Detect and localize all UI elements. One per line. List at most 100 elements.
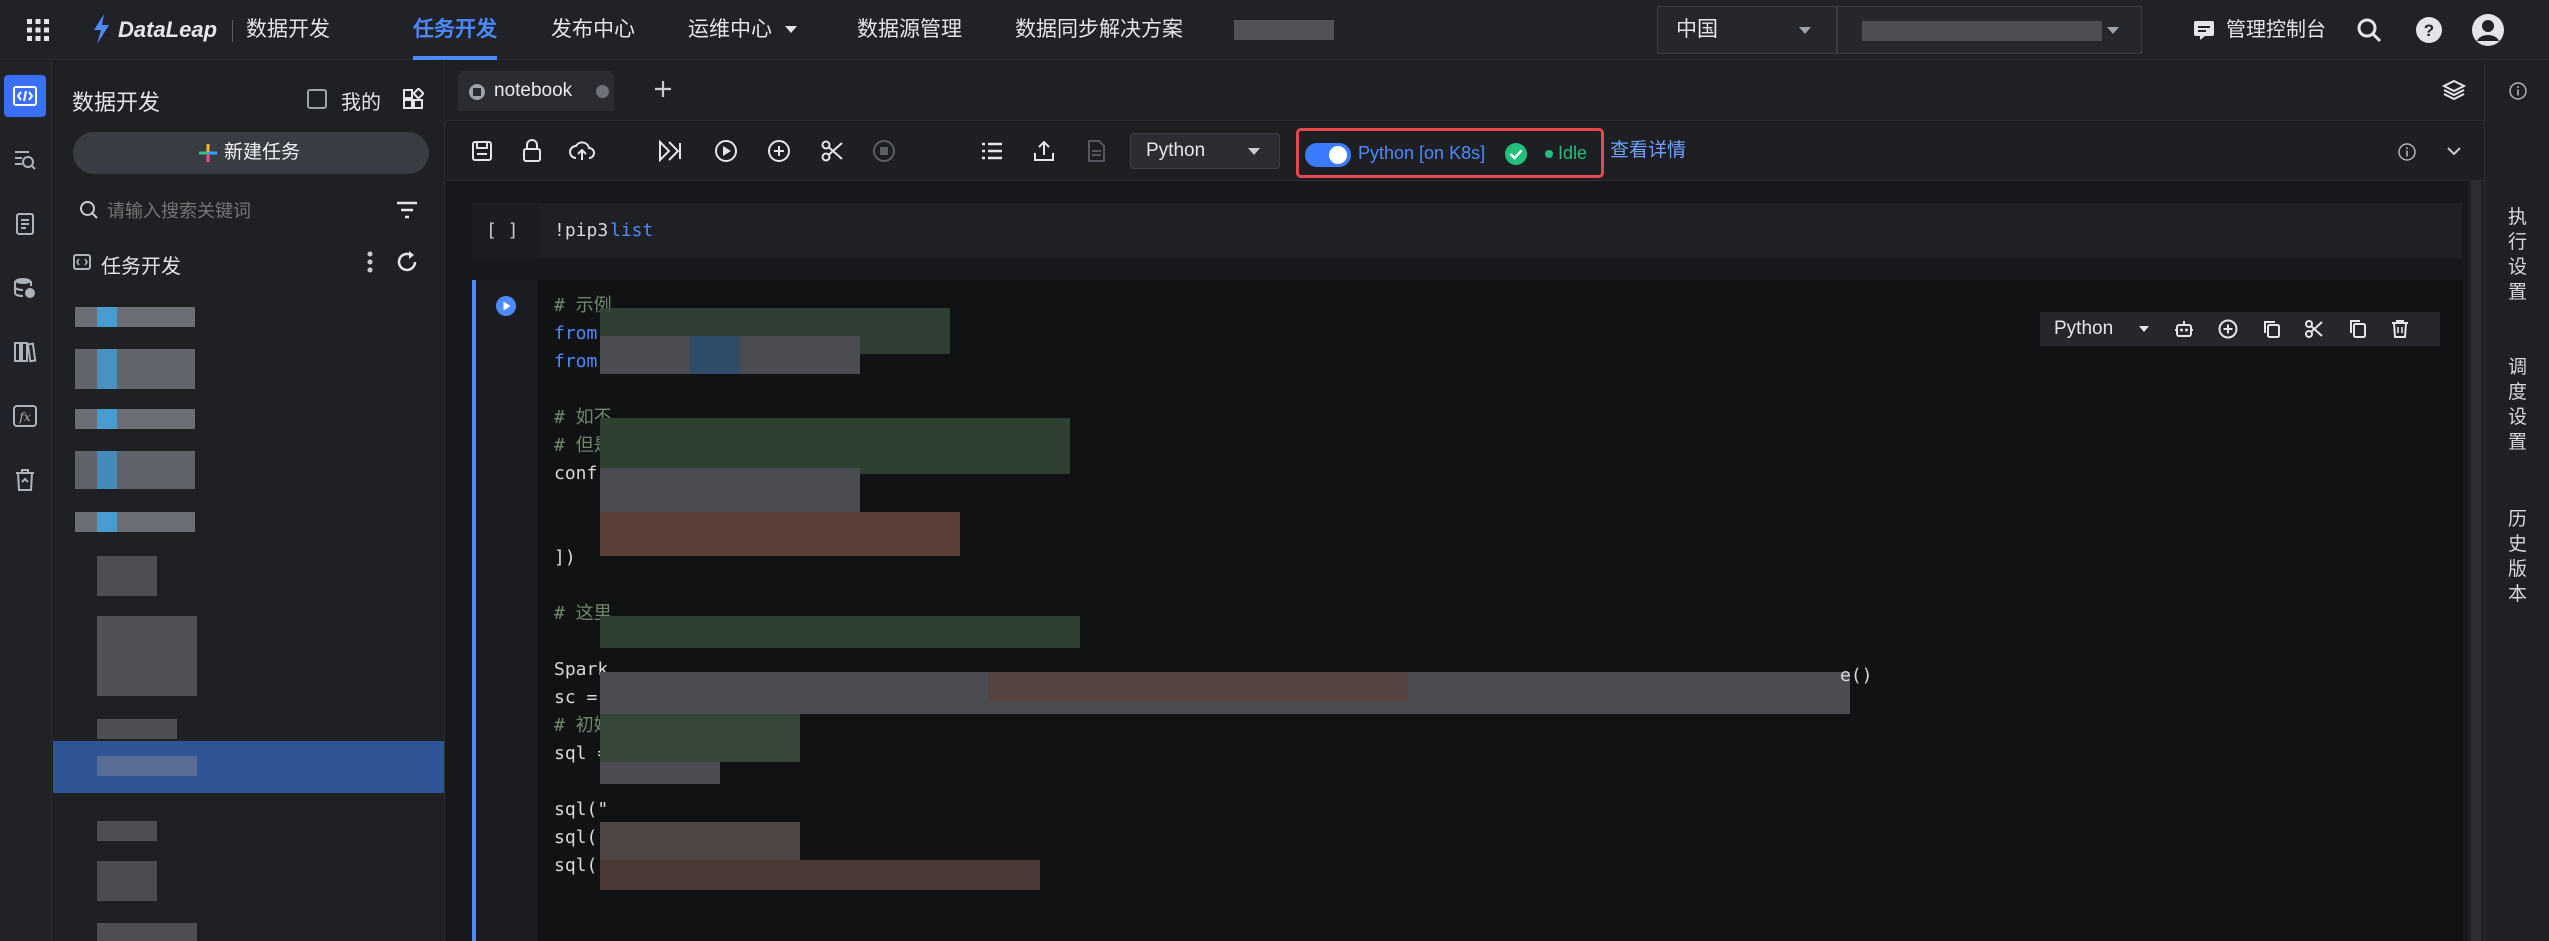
stop-icon[interactable]: [868, 135, 900, 167]
cell-paste-icon[interactable]: [2348, 319, 2368, 339]
kernel-toggle-knob: [1329, 146, 1347, 164]
cell-2-editor[interactable]: # 示例 from from # 如不 # 但是 conf = ( (]) # 这里 Sp…: [538, 280, 2462, 941]
new-task-label: 新建任务: [224, 142, 301, 163]
lock-icon[interactable]: [516, 135, 548, 167]
kernel-toggle[interactable]: [1305, 143, 1351, 167]
tree-item-2-icon: [97, 349, 117, 389]
nav-ops-center[interactable]: 运维中心: [688, 0, 772, 60]
plus-icon: [199, 144, 217, 162]
history-versions-tab[interactable]: 历史版本: [2485, 507, 2549, 607]
cell-copy-icon[interactable]: [2262, 319, 2282, 339]
cell-robot-icon[interactable]: [2174, 319, 2194, 339]
language-select[interactable]: Python: [1130, 133, 1280, 169]
cut-icon[interactable]: [816, 135, 848, 167]
document-disabled-icon[interactable]: [1080, 135, 1112, 167]
outline-icon[interactable]: [976, 135, 1008, 167]
tree-item-7[interactable]: [97, 616, 197, 696]
rail-document-button[interactable]: [4, 203, 46, 245]
rail-query-button[interactable]: [4, 139, 46, 181]
console-icon[interactable]: [2192, 18, 2216, 42]
editor-scrollbar-thumb[interactable]: [2471, 181, 2481, 941]
redacted-block-11: [600, 762, 720, 784]
tree-item-8[interactable]: [97, 719, 177, 739]
redacted-block-6: [600, 512, 960, 556]
cell-cut-icon[interactable]: [2304, 319, 2324, 339]
refresh-icon[interactable]: [395, 250, 419, 274]
cell-add-icon[interactable]: [2218, 319, 2238, 339]
kernel-check-icon: [1504, 142, 1528, 166]
nav-ops-chevron-down-icon[interactable]: [784, 25, 798, 35]
cell-language-select[interactable]: Python: [2054, 312, 2113, 346]
project-select[interactable]: [1837, 6, 2142, 54]
tab-notebook[interactable]: notebook: [458, 71, 614, 111]
more-options-icon[interactable]: [367, 251, 373, 273]
add-tab-icon[interactable]: [653, 79, 673, 99]
rail-recycle-bin-button[interactable]: [4, 459, 46, 501]
collapse-chevron-icon[interactable]: [2446, 146, 2462, 156]
cell-floating-toolbar: Python: [2040, 312, 2440, 346]
app-grid-icon[interactable]: [26, 18, 50, 42]
run-cell-icon[interactable]: [710, 135, 742, 167]
tree-item-6[interactable]: [97, 556, 157, 596]
nav-release-center[interactable]: 发布中心: [551, 0, 635, 60]
tree-item-2[interactable]: [75, 349, 195, 389]
tree-item-1[interactable]: [75, 307, 195, 327]
region-select[interactable]: 中国: [1657, 6, 1837, 54]
search-field-icon: [79, 200, 99, 220]
nav-task-development[interactable]: 任务开发: [413, 0, 497, 60]
save-icon[interactable]: [466, 135, 498, 167]
tree-item-3[interactable]: [75, 409, 195, 429]
cloud-upload-icon[interactable]: [566, 135, 598, 167]
active-cell-indicator: [472, 280, 476, 941]
view-details-link[interactable]: 查看详情: [1610, 121, 1686, 181]
search-box[interactable]: [73, 192, 383, 230]
code-line: sql(": [554, 799, 609, 820]
search-icon[interactable]: [2356, 17, 2382, 43]
notebook-cell-1[interactable]: [ ] !pip3 list: [472, 203, 2462, 258]
panel-title: 数据开发: [72, 90, 161, 115]
language-select-value: Python: [1146, 140, 1206, 161]
tree-root-label[interactable]: 任务开发: [101, 250, 181, 279]
redacted-block-9: [988, 672, 1408, 702]
tree-item-12[interactable]: [97, 923, 197, 941]
nav-active-indicator: [413, 56, 497, 60]
rail-develop-button[interactable]: [4, 75, 46, 117]
tree-item-9[interactable]: [97, 756, 197, 776]
tree-item-10[interactable]: [97, 821, 157, 841]
user-avatar-icon[interactable]: [2471, 13, 2505, 47]
run-all-icon[interactable]: [654, 135, 686, 167]
cell-language-chevron-icon[interactable]: [2138, 325, 2150, 334]
filter-icon[interactable]: [396, 201, 418, 219]
search-input[interactable]: [107, 196, 377, 226]
schedule-settings-tab[interactable]: 调度设置: [2485, 355, 2549, 455]
dataleap-logo-icon: [88, 12, 114, 46]
info-icon[interactable]: [2398, 143, 2416, 161]
layout-switch-icon[interactable]: [402, 88, 424, 110]
help-icon[interactable]: ?: [2415, 16, 2443, 44]
tree-item-4[interactable]: [75, 451, 195, 489]
cell-delete-icon[interactable]: [2390, 319, 2410, 339]
notebook-cell-2[interactable]: # 示例 from from # 如不 # 但是 conf = ( (]) # 这里 Sp…: [472, 280, 2462, 941]
rail-library-button[interactable]: [4, 331, 46, 373]
mine-checkbox[interactable]: [307, 89, 327, 109]
add-cell-icon[interactable]: [763, 135, 795, 167]
nav-redacted-item[interactable]: [1234, 20, 1334, 40]
rail-function-button[interactable]: fx: [4, 395, 46, 437]
tree-item-5[interactable]: [75, 512, 195, 532]
unsaved-dot-icon[interactable]: [596, 85, 609, 98]
tab-title: notebook: [494, 80, 573, 101]
tree-item-11[interactable]: [97, 861, 157, 901]
new-task-button[interactable]: 新建任务: [73, 132, 429, 174]
cell-1-editor[interactable]: !pip3 list: [538, 203, 2462, 258]
rail-database-button[interactable]: [4, 267, 46, 309]
cell-run-icon[interactable]: [495, 295, 517, 317]
layers-icon[interactable]: [2442, 79, 2466, 101]
right-info-icon[interactable]: [2509, 82, 2527, 100]
nav-datasource-management[interactable]: 数据源管理: [857, 0, 962, 60]
execution-settings-tab[interactable]: 执行设置: [2485, 205, 2549, 305]
nav-data-sync-solution[interactable]: 数据同步解决方案: [1015, 0, 1183, 60]
export-icon[interactable]: [1028, 135, 1060, 167]
console-link[interactable]: 管理控制台: [2226, 0, 2326, 60]
editor-scrollbar[interactable]: [2468, 181, 2484, 941]
